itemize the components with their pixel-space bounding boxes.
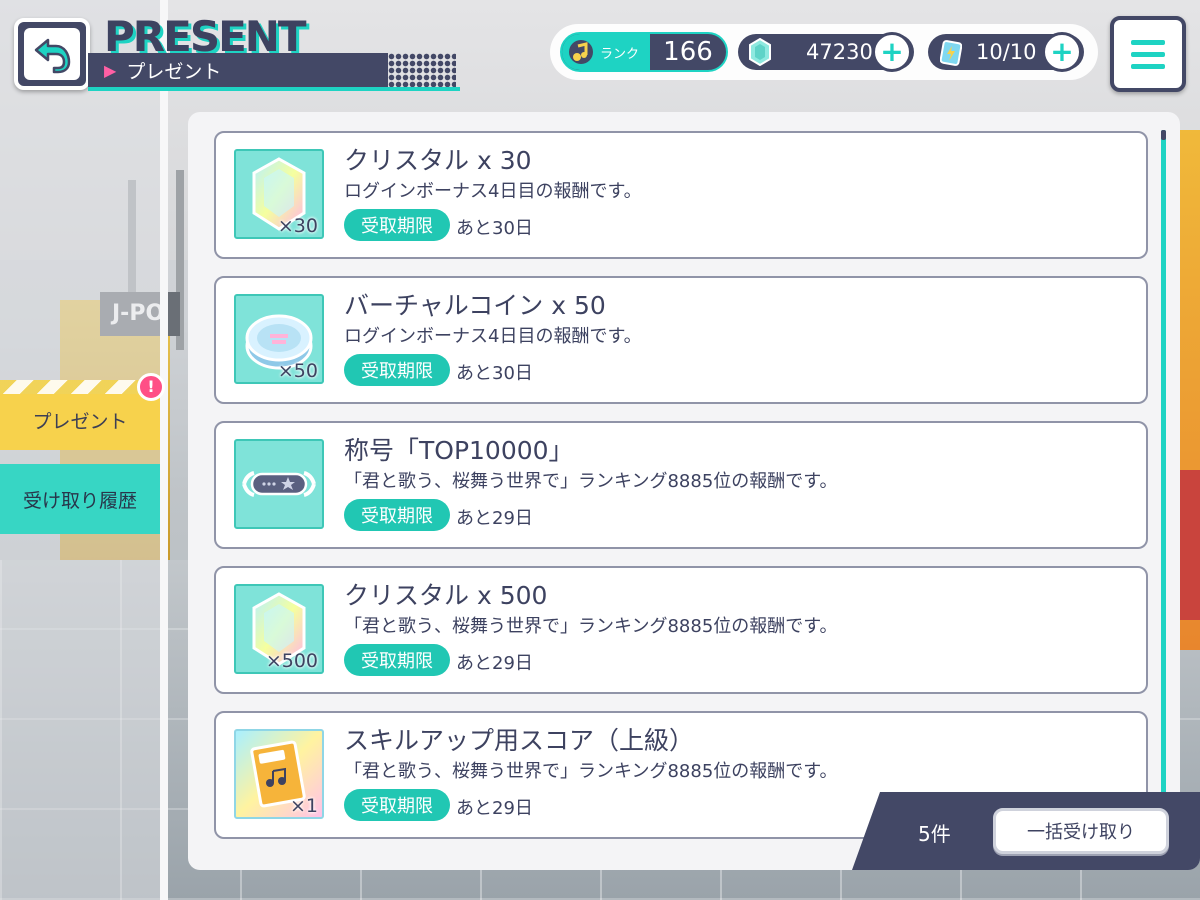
back-button[interactable] <box>14 18 90 90</box>
rank-label-area: ランク <box>562 34 650 70</box>
back-button-face <box>24 28 80 80</box>
sidebar-rail <box>160 0 168 900</box>
item-description: 「君と歌う、桜舞う世界で」ランキング8885位の報酬です。 <box>344 471 838 492</box>
menu-button[interactable] <box>1110 16 1186 92</box>
music-note-icon <box>569 40 593 64</box>
crystal-value: 47230 <box>806 40 873 64</box>
dot-pattern <box>388 53 456 87</box>
crystal-icon <box>749 38 771 66</box>
scrollbar-thumb[interactable] <box>1161 130 1166 140</box>
triangle-right-icon: ▶ <box>104 60 117 80</box>
item-count: ×30 <box>277 215 318 237</box>
page-subtitle: プレゼント <box>126 60 222 83</box>
add-crystal-button[interactable]: + <box>872 32 912 72</box>
deadline-badge: 受取期限 <box>344 789 450 821</box>
skill-score-icon: ×1 <box>234 729 324 819</box>
alert-badge-icon: ! <box>137 373 165 401</box>
deadline-badge: 受取期限 <box>344 354 450 386</box>
rank-label: ランク <box>600 46 640 62</box>
rank-display: ランク 166 <box>560 32 728 72</box>
rank-value: 166 <box>663 37 713 67</box>
title-underline <box>88 87 460 91</box>
energy-drink-icon <box>940 40 962 66</box>
deadline-remaining: あと30日 <box>456 218 533 239</box>
item-count: ×50 <box>277 360 318 382</box>
item-count: ×500 <box>265 650 318 672</box>
virtual-coin-icon: ×50 <box>234 294 324 384</box>
item-name: スキルアップ用スコア（上級） <box>344 726 695 755</box>
deadline-remaining: あと29日 <box>456 508 533 529</box>
list-item[interactable]: ×500 クリスタル x 500 「君と歌う、桜舞う世界で」ランキング8885位… <box>214 566 1148 694</box>
present-count: 5件 <box>918 822 951 846</box>
sidebar <box>0 0 160 900</box>
crystal-icon: ×30 <box>234 149 324 239</box>
scrollbar[interactable] <box>1161 130 1166 795</box>
item-description: ログインボーナス4日目の報酬です。 <box>344 326 642 347</box>
claim-all-button[interactable]: 一括受け取り <box>993 808 1169 854</box>
item-name: 称号「TOP10000」 <box>344 436 574 465</box>
list-item[interactable]: ×30 クリスタル x 30 ログインボーナス4日目の報酬です。 受取期限 あと… <box>214 131 1148 259</box>
sidebar-item-label: プレゼント <box>32 410 128 433</box>
title-plate-icon <box>234 439 324 529</box>
screen: J-PO プレゼント ! 受け取り履歴 PRESENT ▶ プレゼント <box>0 0 1200 900</box>
sidebar-item-label: 受け取り履歴 <box>22 489 137 512</box>
list-item[interactable]: 称号「TOP10000」 「君と歌う、桜舞う世界で」ランキング8885位の報酬で… <box>214 421 1148 549</box>
crystal-icon: ×500 <box>234 584 324 674</box>
deadline-badge: 受取期限 <box>344 644 450 676</box>
item-count: ×1 <box>289 795 318 817</box>
deadline-badge: 受取期限 <box>344 209 450 241</box>
page-subtitle-bar: ▶ プレゼント <box>88 53 388 87</box>
deadline-remaining: あと30日 <box>456 363 533 384</box>
hamburger-line <box>1131 39 1165 45</box>
add-stamina-button[interactable]: + <box>1042 32 1082 72</box>
item-name: クリスタル x 500 <box>344 581 548 610</box>
item-description: 「君と歌う、桜舞う世界で」ランキング8885位の報酬です。 <box>344 761 838 782</box>
sidebar-item-history[interactable]: 受け取り履歴 <box>0 464 160 534</box>
item-description: ログインボーナス4日目の報酬です。 <box>344 181 642 202</box>
item-description: 「君と歌う、桜舞う世界で」ランキング8885位の報酬です。 <box>344 616 838 637</box>
back-arrow-icon <box>34 38 71 74</box>
deadline-remaining: あと29日 <box>456 798 533 819</box>
hamburger-line <box>1131 63 1165 69</box>
list-item[interactable]: ×50 バーチャルコイン x 50 ログインボーナス4日目の報酬です。 受取期限… <box>214 276 1148 404</box>
background-wall <box>1178 470 1200 620</box>
deadline-badge: 受取期限 <box>344 499 450 531</box>
sidebar-item-present[interactable]: プレゼント <box>0 380 160 450</box>
item-name: クリスタル x 30 <box>344 146 532 175</box>
item-name: バーチャルコイン x 50 <box>344 291 606 320</box>
deadline-remaining: あと29日 <box>456 653 533 674</box>
stamina-value: 10/10 <box>976 40 1037 64</box>
hamburger-line <box>1131 51 1165 57</box>
